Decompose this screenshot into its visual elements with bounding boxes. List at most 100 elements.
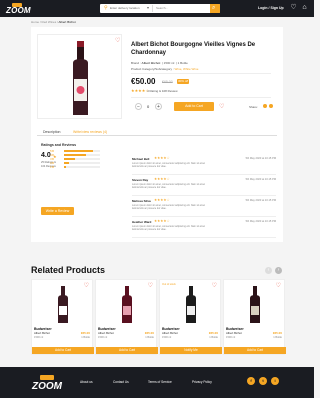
- search-button[interactable]: ⌕: [210, 4, 220, 13]
- product-brand-row: Brand : Albert Bichot | 1500 ml | 1 Bott…: [131, 61, 188, 65]
- related-add-to-cart-button[interactable]: Add to Cart: [224, 347, 286, 354]
- wishlist-heart-icon[interactable]: ♡: [276, 283, 281, 289]
- related-product-brand: Albert Bichot: [162, 331, 178, 335]
- rating-bar: [64, 154, 100, 156]
- login-link[interactable]: Login / Sign Up: [258, 6, 284, 10]
- related-product-card[interactable]: ♡ Budweiser Albert Bichot €65.00 1500 ml 1 Bo…: [223, 279, 286, 355]
- discount-badge: 30% off: [177, 79, 189, 84]
- chevron-down-icon[interactable]: ▾: [147, 5, 149, 10]
- volume-value: 1500 ml: [163, 61, 175, 65]
- tab-reviews[interactable]: Write/view reviews (4): [73, 130, 107, 134]
- twitter-icon[interactable]: [269, 104, 273, 108]
- quantity-value[interactable]: 0: [147, 104, 149, 109]
- related-add-to-cart-button[interactable]: Add to Cart: [32, 347, 94, 354]
- divider: [131, 97, 271, 98]
- review-stars: ★★★★☆: [154, 198, 170, 202]
- bar-star-label: 1★: [50, 165, 55, 169]
- cart-icon[interactable]: ⌂: [301, 4, 308, 12]
- related-product-price: €65.00: [208, 331, 218, 335]
- product-bottle-image: [73, 41, 88, 115]
- review-author: Michael Bell: [132, 157, 150, 161]
- product-bottle-image: [250, 286, 260, 323]
- review-stars: ★★★★☆: [154, 219, 170, 223]
- rating-bar-fill: [64, 150, 93, 152]
- category-value[interactable]: Wine, White Wine: [175, 67, 199, 71]
- review-item: Heather Ward ★★★★☆ 5th May 2023 at 10.15 P…: [132, 219, 276, 238]
- review-item: Melissa Silva ★★★★☆ 5th May 2023 at 10.15 …: [132, 198, 276, 217]
- related-product-price: €65.00: [144, 331, 154, 335]
- quantity-decrement-button[interactable]: −: [135, 103, 142, 110]
- wishlist-heart-icon[interactable]: ♡: [148, 283, 153, 289]
- logo-text: ZOOM: [6, 6, 31, 15]
- search-icon: ⌕: [212, 5, 216, 11]
- add-to-cart-button[interactable]: Add to Cart: [174, 102, 214, 111]
- footer-link-privacy[interactable]: Privacy Policy: [192, 380, 212, 384]
- related-product-volume: 1500 ml: [226, 336, 236, 339]
- related-add-to-cart-button[interactable]: Notify Me: [160, 347, 222, 354]
- review-date: 5th May 2023 at 10.15 PM: [245, 220, 276, 223]
- share-label: Share:: [249, 105, 258, 109]
- product-image-box: [37, 34, 122, 119]
- review-text: Lorem ipsum dolor sit amet, consectetur …: [132, 204, 205, 210]
- related-product-qty: 1 Bottle: [145, 336, 154, 339]
- breadcrumb-current: Albert Bichot: [58, 20, 76, 24]
- rating-bar: [64, 158, 100, 160]
- related-product-card[interactable]: Out of stock ♡ Budweiser Albert Bichot €65.0…: [159, 279, 222, 355]
- twitter-icon[interactable]: t: [259, 377, 267, 385]
- footer-logo[interactable]: ZOOM: [32, 373, 62, 393]
- wishlist-heart-icon[interactable]: ♡: [115, 38, 120, 44]
- related-product-qty: 1 Bottle: [81, 336, 90, 339]
- product-title: Albert Bichot Bourgogne Vieilles Vignes …: [131, 42, 256, 56]
- review-item: Michael Bell ★★★★☆ 5th May 2023 at 10.15 P…: [132, 156, 276, 175]
- related-product-price: €65.00: [272, 331, 282, 335]
- location-pin-icon: ⚲: [104, 5, 108, 11]
- rating-bar-fill: [64, 166, 66, 168]
- product-price: €50.00: [131, 77, 156, 86]
- review-item: Steven Ray ★★★★☆ 5th May 2023 at 10.15 PM L…: [132, 177, 276, 196]
- footer-link-about[interactable]: About us: [80, 380, 93, 384]
- product-card: ♡ Albert Bichot Bourgogne Vieilles Vigne…: [31, 27, 283, 242]
- breadcrumb-home[interactable]: Home: [31, 20, 39, 24]
- rating-text: 4 Rating & 108 Review: [147, 89, 178, 93]
- write-review-button[interactable]: Write a Review: [41, 207, 74, 215]
- footer: ZOOM About us Contact Us Terms of Servic…: [0, 367, 314, 398]
- product-bottle-image: [122, 286, 132, 323]
- search-bar: ⚲ Enter delivery location ▾ Search... ⌕: [100, 4, 220, 13]
- carousel-next-button[interactable]: ›: [275, 267, 282, 274]
- related-product-volume: 1500 ml: [162, 336, 172, 339]
- wishlist-heart-icon[interactable]: ♡: [84, 283, 89, 289]
- quantity-increment-button[interactable]: +: [155, 103, 162, 110]
- related-add-to-cart-button[interactable]: Add to Cart: [96, 347, 158, 354]
- ratings-heading: Ratings and Reviews: [41, 143, 77, 147]
- facebook-icon[interactable]: [263, 104, 267, 108]
- breadcrumb-category[interactable]: Red Wines: [42, 20, 57, 24]
- facebook-icon[interactable]: f: [247, 377, 255, 385]
- product-category-row: Product Category/Subcategory : Wine, Whi…: [131, 67, 198, 71]
- breadcrumb: Home / Red Wines / Albert Bichot: [31, 20, 76, 24]
- related-product-card[interactable]: ♡ Budweiser Albert Bichot €65.00 1500 ml 1 Bo…: [31, 279, 94, 355]
- rating-bar-fill: [64, 162, 70, 164]
- instagram-icon[interactable]: i: [271, 377, 279, 385]
- footer-link-terms[interactable]: Terms of Service: [148, 380, 172, 384]
- related-product-qty: 1 Bottle: [209, 336, 218, 339]
- wishlist-heart-icon[interactable]: ♡: [219, 104, 224, 110]
- footer-link-contact[interactable]: Contact Us: [113, 380, 129, 384]
- tab-description[interactable]: Description: [43, 130, 61, 134]
- carousel-prev-button[interactable]: ‹: [265, 267, 272, 274]
- review-author: Steven Ray: [132, 178, 149, 182]
- wishlist-heart-icon[interactable]: ♡: [212, 283, 217, 289]
- product-bottle-image: [58, 286, 68, 323]
- rating-bar-fill: [64, 158, 75, 160]
- logo[interactable]: ZOOM: [6, 3, 31, 15]
- brand-value: Albert Bichot: [141, 61, 161, 65]
- wishlist-heart-icon[interactable]: ♡: [290, 4, 297, 12]
- review-date: 5th May 2023 at 10.15 PM: [245, 199, 276, 202]
- review-date: 5th May 2023 at 10.15 PM: [245, 157, 276, 160]
- category-label: Product Category/Subcategory :: [131, 67, 174, 71]
- divider: [131, 73, 271, 74]
- search-input[interactable]: Search...: [156, 6, 168, 10]
- location-input[interactable]: Enter delivery location: [110, 6, 140, 10]
- related-product-qty: 1 Bottle: [273, 336, 282, 339]
- related-product-card[interactable]: ♡ Budweiser Albert Bichot €65.00 1500 ml 1 Bo…: [95, 279, 158, 355]
- related-product-volume: 1500 ml: [34, 336, 44, 339]
